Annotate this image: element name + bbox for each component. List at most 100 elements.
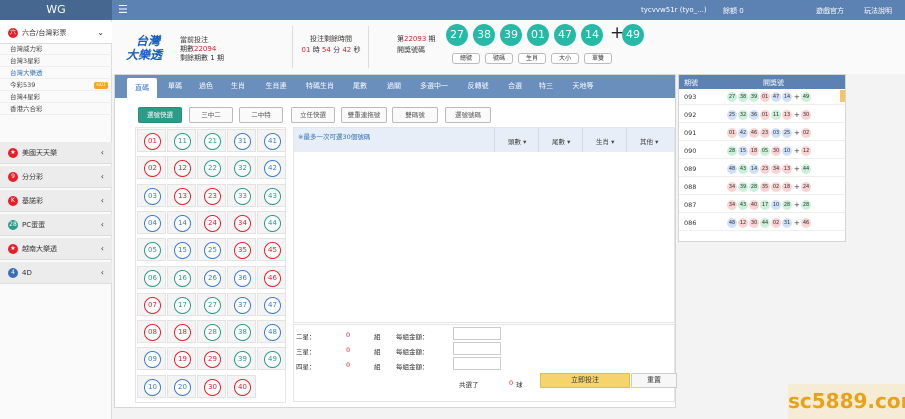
number-cell[interactable]: 07: [137, 292, 166, 316]
play-tab[interactable]: 特碼生肖: [299, 75, 341, 98]
sidebar-item[interactable]: 台灣威力彩: [0, 44, 112, 55]
play-sub-button[interactable]: 雙重連拖號: [341, 107, 387, 123]
number-cell[interactable]: 05: [137, 238, 166, 262]
amount-input[interactable]: [453, 327, 501, 340]
sidebar-group[interactable]: 4 4D ‹: [0, 262, 112, 284]
scrollbar-thumb[interactable]: [840, 90, 845, 102]
number-cell[interactable]: 37: [227, 292, 256, 316]
sidebar-group-taiwan[interactable]: 六 六合/台灣彩票 ⌄: [0, 22, 112, 44]
number-cell[interactable]: 38: [227, 320, 256, 344]
filter-tails[interactable]: 尾數 ▾: [552, 136, 570, 146]
number-cell[interactable]: 03: [137, 183, 166, 207]
number-cell[interactable]: 39: [227, 347, 256, 371]
stat-button[interactable]: 總號: [452, 53, 480, 64]
hamburger-icon[interactable]: ☰: [118, 4, 128, 16]
number-cell[interactable]: 24: [197, 210, 226, 234]
number-cell[interactable]: 48: [257, 320, 286, 344]
sidebar-item[interactable]: 今彩539 HOT: [0, 80, 112, 91]
number-cell[interactable]: 16: [167, 265, 196, 289]
submit-bet-button[interactable]: 立即投注: [540, 373, 630, 388]
number-cell[interactable]: 30: [197, 374, 226, 398]
play-sub-button[interactable]: 立任快選: [291, 107, 335, 123]
play-tab[interactable]: 過色: [193, 75, 219, 98]
play-tab[interactable]: 生肖: [223, 75, 253, 98]
stat-button[interactable]: 生肖: [518, 53, 546, 64]
username[interactable]: tycvvw51r (tyo_...): [641, 6, 707, 14]
number-cell[interactable]: 06: [137, 265, 166, 289]
number-cell[interactable]: 12: [167, 156, 196, 180]
number-cell[interactable]: 31: [227, 129, 256, 152]
agent-link[interactable]: 遊戲官方: [816, 6, 844, 16]
number-cell[interactable]: 34: [227, 210, 256, 234]
play-tab[interactable]: 直碼: [127, 78, 157, 98]
play-tab[interactable]: 尾數: [345, 75, 375, 98]
sidebar-item[interactable]: 台灣4星彩: [0, 92, 112, 103]
sidebar-group[interactable]: 9 分分彩 ‹: [0, 166, 112, 188]
stat-button[interactable]: 大小: [551, 53, 579, 64]
sidebar-group[interactable]: ★ 美國天天樂 ‹: [0, 142, 112, 164]
number-cell[interactable]: 08: [137, 320, 166, 344]
number-cell[interactable]: 45: [257, 238, 286, 262]
number-cell[interactable]: 11: [167, 129, 196, 152]
play-tab[interactable]: 反轉號: [459, 75, 497, 98]
number-cell[interactable]: 25: [197, 238, 226, 262]
play-sub-button[interactable]: 選號快選: [138, 107, 182, 123]
number-cell[interactable]: 41: [257, 129, 286, 152]
play-tab[interactable]: 生肖連: [257, 75, 295, 98]
stat-button[interactable]: 號碼: [485, 53, 513, 64]
number-cell[interactable]: 01: [137, 129, 166, 152]
play-tab[interactable]: 天地等: [563, 75, 603, 98]
play-sub-button[interactable]: 雙碼號: [392, 107, 438, 123]
rules-link[interactable]: 玩法說明: [864, 6, 892, 16]
reset-button[interactable]: 重置: [631, 373, 677, 388]
number-cell[interactable]: 15: [167, 238, 196, 262]
play-tab[interactable]: 單碼: [161, 75, 189, 98]
number-cell[interactable]: 21: [197, 129, 226, 152]
number-cell[interactable]: 26: [197, 265, 226, 289]
number-cell[interactable]: 35: [227, 238, 256, 262]
number-cell[interactable]: 42: [257, 156, 286, 180]
sidebar-group[interactable]: K 基諾彩 ‹: [0, 190, 112, 212]
number-cell[interactable]: 36: [227, 265, 256, 289]
number-cell[interactable]: 20: [167, 374, 196, 398]
sidebar-group[interactable]: 28 PC蛋蛋 ‹: [0, 214, 112, 236]
filter-heads[interactable]: 頭數 ▾: [508, 136, 526, 146]
number-cell[interactable]: 18: [167, 320, 196, 344]
filter-zodiac[interactable]: 生肖 ▾: [596, 136, 614, 146]
play-tab[interactable]: 多選中一: [413, 75, 455, 98]
amount-input[interactable]: [453, 342, 501, 355]
number-cell[interactable]: 23: [197, 183, 226, 207]
number-cell[interactable]: 32: [227, 156, 256, 180]
number-cell[interactable]: 46: [257, 265, 286, 289]
number-cell[interactable]: 27: [197, 292, 226, 316]
play-sub-button[interactable]: 選號號碼: [445, 107, 491, 123]
number-cell[interactable]: 17: [167, 292, 196, 316]
number-cell[interactable]: 29: [197, 347, 226, 371]
number-cell[interactable]: 09: [137, 347, 166, 371]
play-tab[interactable]: 過關: [379, 75, 409, 98]
sidebar-group[interactable]: ★ 越南大樂透 ‹: [0, 238, 112, 260]
number-cell[interactable]: 33: [227, 183, 256, 207]
play-sub-button[interactable]: 三中二: [189, 107, 233, 123]
number-cell[interactable]: 47: [257, 292, 286, 316]
amount-input[interactable]: [453, 357, 501, 370]
number-cell[interactable]: 10: [137, 374, 166, 398]
number-cell[interactable]: 49: [257, 347, 286, 371]
play-sub-button[interactable]: 二中特: [239, 107, 283, 123]
number-cell[interactable]: 22: [197, 156, 226, 180]
number-cell[interactable]: 28: [197, 320, 226, 344]
number-cell[interactable]: 19: [167, 347, 196, 371]
number-cell[interactable]: 13: [167, 183, 196, 207]
number-cell[interactable]: 44: [257, 210, 286, 234]
number-cell[interactable]: 14: [167, 210, 196, 234]
stat-button[interactable]: 單雙: [584, 53, 612, 64]
sidebar-item[interactable]: 香港六合彩: [0, 104, 112, 115]
filter-other[interactable]: 其他 ▾: [640, 136, 658, 146]
number-cell[interactable]: 04: [137, 210, 166, 234]
sidebar-item-active[interactable]: 台灣大樂透: [0, 68, 112, 79]
play-tab[interactable]: 特三: [533, 75, 559, 98]
number-cell[interactable]: 43: [257, 183, 286, 207]
number-cell[interactable]: 40: [227, 374, 256, 398]
play-tab[interactable]: 合選: [501, 75, 529, 98]
number-cell[interactable]: 02: [137, 156, 166, 180]
